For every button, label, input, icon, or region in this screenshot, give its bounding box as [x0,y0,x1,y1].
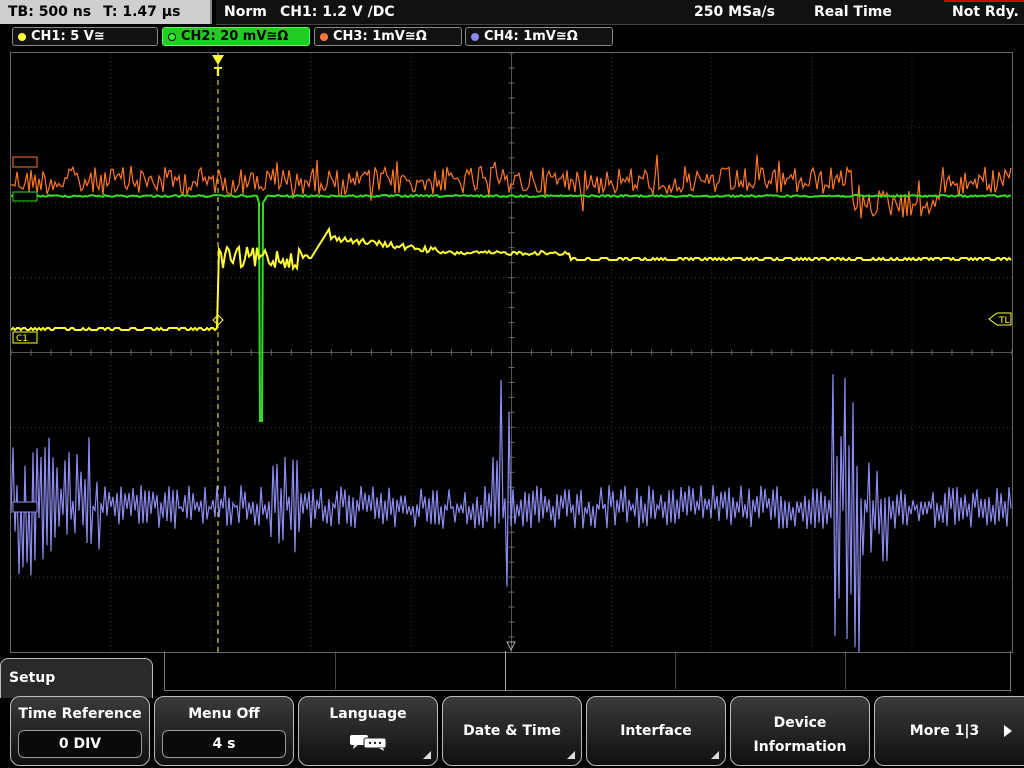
ch1-marker-label: C1 [16,334,28,344]
acquisition-status: Norm CH1: 1.2 V ∕DC 250 MSa/s Real Time … [216,0,1024,25]
menu-off-label: Menu Off [188,706,260,722]
ch1-color-dot [18,33,26,41]
channel-3-tab[interactable]: CH3: 1mV≅Ω [314,27,462,46]
device-information-label: Device Information [731,715,869,765]
trigger-info: CH1: 1.2 V ∕DC [280,4,395,20]
strip-center [505,651,506,691]
softkey-menu: Time Reference 0 DIV Menu Off 4 s Langua… [0,694,1024,768]
ch2-color-dot [168,33,176,41]
trigger-level-marker[interactable]: TL [988,312,1012,326]
timebase-box[interactable]: TB: 500 ns T: 1.47 µs [0,0,212,24]
channel-2-level-marker[interactable] [12,191,38,202]
trigger-mode: Norm [224,4,267,20]
channel-2-tab[interactable]: CH2: 20 mV≅Ω [162,27,310,46]
submenu-indicator-icon [711,751,719,759]
ch4-color-dot [471,33,479,41]
speech-bubbles-icon [350,735,387,751]
channel-4-tab[interactable]: CH4: 1mV≅Ω [465,27,613,46]
interface-label: Interface [620,723,692,739]
top-status-bar: TB: 500 ns T: 1.47 µs Norm CH1: 1.2 V ∕DC… [0,0,1024,26]
channel-bar: CH1: 5 V≅ CH2: 20 mV≅Ω CH3: 1mV≅Ω CH4: 1… [0,27,1024,47]
device-information-line1: Device [773,715,827,731]
language-label: Language [329,706,407,722]
run-state: Not Rdy. [952,4,1019,20]
trigger-position-marker[interactable]: T [212,55,224,79]
waveform-display[interactable]: T C1 TL [10,52,1013,653]
more-label: More 1|3 [909,723,980,739]
trigger-time-label: T: 1.47 µs [103,4,181,20]
setup-menu-title: Setup [0,658,153,698]
trigger-level-label: TL [998,316,1010,326]
strip-divider [845,651,846,691]
acquisition-mode: Real Time [814,4,892,20]
channel-3-label: CH3: 1mV≅Ω [333,29,427,44]
language-button[interactable]: Language [298,696,438,766]
submenu-indicator-icon [567,751,575,759]
menu-off-button[interactable]: Menu Off 4 s [154,696,294,766]
strip-divider [675,651,676,691]
timebase-label: TB: 500 ns [8,4,92,20]
time-reference-button[interactable]: Time Reference 0 DIV [10,696,150,766]
date-time-button[interactable]: Date & Time [442,696,582,766]
channel-3-level-marker[interactable] [12,156,38,168]
channel-2-label: CH2: 20 mV≅Ω [181,29,289,44]
channel-4-label: CH4: 1mV≅Ω [484,29,578,44]
sample-rate: 250 MSa/s [694,4,776,20]
channel-1-label: CH1: 5 V≅ [31,29,105,44]
graticule [11,53,1012,652]
time-reference-value: 0 DIV [18,730,142,758]
status-indicator [944,0,1024,2]
device-information-line2: Information [753,739,847,755]
trigger-pos-label: T [214,65,223,79]
channel-1-tab[interactable]: CH1: 5 V≅ [12,27,158,46]
next-page-icon [1004,725,1012,737]
menu-off-value: 4 s [162,730,286,758]
channel-4-level-marker[interactable] [12,501,38,513]
waveform-canvas: T C1 TL [11,53,1012,652]
device-information-button[interactable]: Device Information [730,696,870,766]
ch3-color-dot [320,33,328,41]
more-button[interactable]: More 1|3 [874,696,1024,766]
date-time-label: Date & Time [463,723,561,739]
interface-button[interactable]: Interface [586,696,726,766]
submenu-indicator-icon [423,751,431,759]
timebase-strip [164,651,1011,691]
strip-divider [335,651,336,691]
channel-1-level-marker[interactable]: C1 [12,331,38,344]
time-reference-label: Time Reference [18,706,142,722]
